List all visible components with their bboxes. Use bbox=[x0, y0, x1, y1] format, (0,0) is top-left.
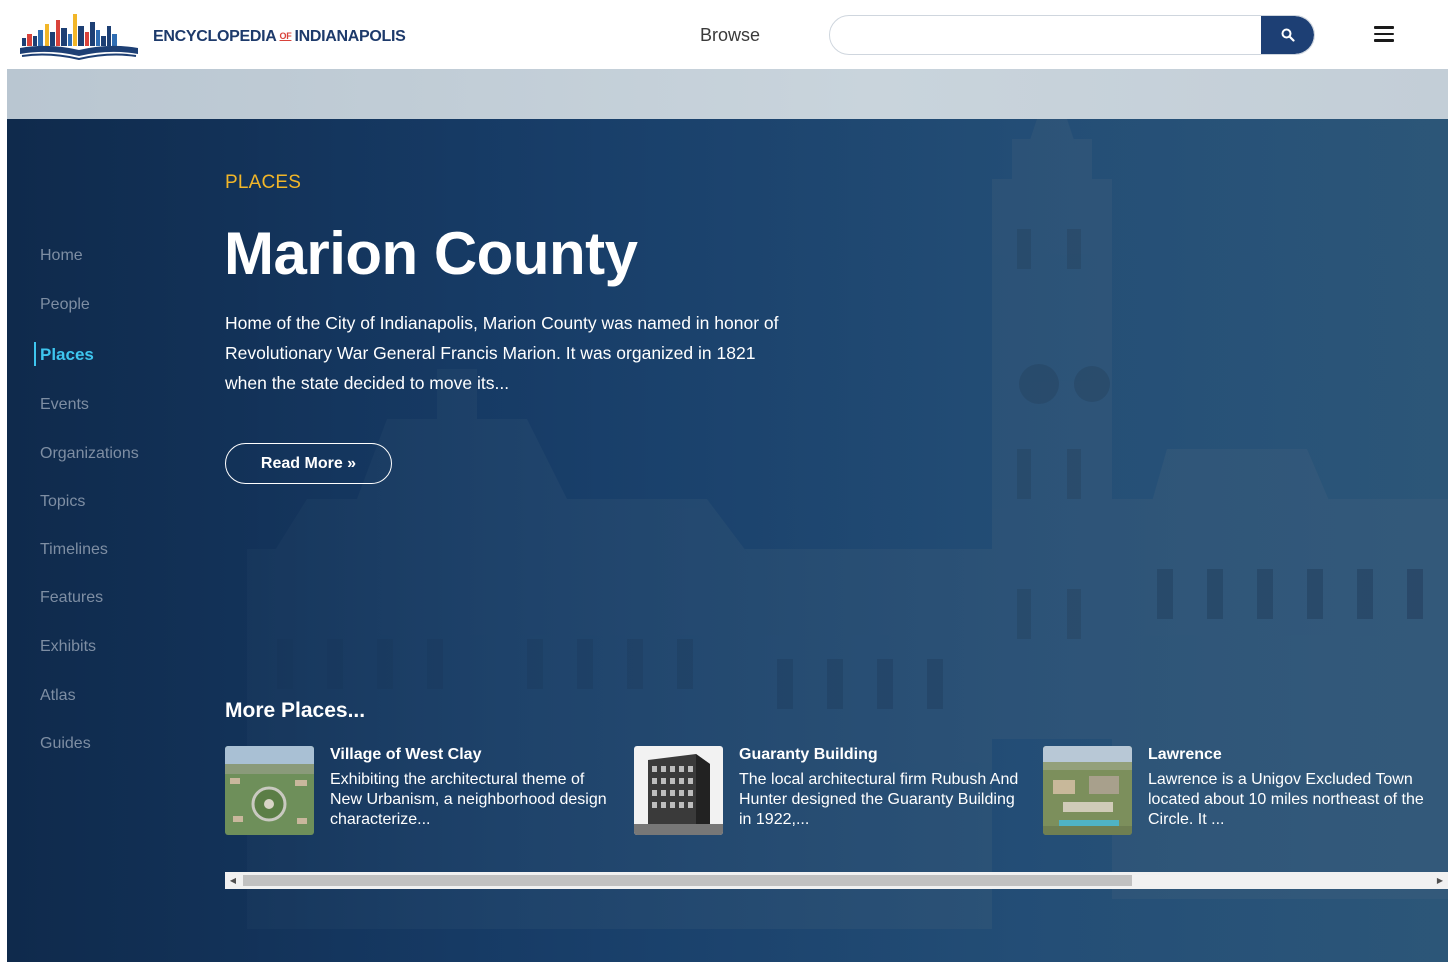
logo-text-of: OF bbox=[279, 31, 292, 41]
browse-link[interactable]: Browse bbox=[700, 25, 760, 46]
sidebar-item-home[interactable]: Home bbox=[40, 247, 83, 265]
search-icon bbox=[1281, 28, 1295, 42]
hamburger-menu-icon[interactable] bbox=[1374, 26, 1394, 44]
horizontal-scrollbar[interactable]: ◀ ▶ bbox=[225, 872, 1448, 889]
place-thumbnail-image[interactable] bbox=[634, 746, 723, 835]
place-thumbnail-image[interactable] bbox=[225, 746, 314, 835]
logo-text-left: ENCYCLOPEDIA bbox=[153, 28, 277, 45]
site-logo-text[interactable]: ENCYCLOPEDIA OF INDIANAPOLIS bbox=[153, 28, 406, 46]
logo-text-right: INDIANAPOLIS bbox=[294, 28, 406, 45]
category-label[interactable]: PLACES bbox=[225, 172, 301, 194]
place-card-description: The local architectural firm Rubush And … bbox=[739, 771, 1019, 828]
sidebar-item-places[interactable]: Places bbox=[34, 342, 94, 366]
sidebar-item-people[interactable]: People bbox=[40, 296, 90, 314]
sidebar-item-atlas[interactable]: Atlas bbox=[40, 687, 76, 705]
read-more-button[interactable]: Read More » bbox=[225, 443, 392, 484]
skyline-book-logo[interactable] bbox=[18, 10, 140, 62]
place-card-title[interactable]: Lawrence bbox=[1148, 746, 1222, 764]
place-card-title[interactable]: Guaranty Building bbox=[739, 746, 878, 764]
site-header: ENCYCLOPEDIA OF INDIANAPOLIS Browse bbox=[0, 0, 1448, 69]
sidebar-item-timelines[interactable]: Timelines bbox=[40, 541, 108, 559]
scroll-left-arrow-icon[interactable]: ◀ bbox=[225, 872, 241, 889]
search-bar bbox=[829, 15, 1315, 55]
sidebar-item-features[interactable]: Features bbox=[40, 589, 103, 607]
place-card-lawrence[interactable]: Lawrence Lawrence is a Unigov Excluded T… bbox=[1043, 746, 1443, 856]
scrollbar-thumb[interactable] bbox=[243, 875, 1132, 886]
sidebar-item-organizations[interactable]: Organizations bbox=[40, 445, 139, 463]
place-card-title[interactable]: Village of West Clay bbox=[330, 746, 481, 764]
hero-section: Home People Places Events Organizations … bbox=[7, 69, 1448, 962]
page-title: Marion County bbox=[224, 220, 638, 287]
place-thumbnail-image[interactable] bbox=[1043, 746, 1132, 835]
sidebar-item-events[interactable]: Events bbox=[40, 396, 89, 414]
more-places-heading: More Places... bbox=[225, 699, 366, 722]
search-button[interactable] bbox=[1261, 16, 1314, 54]
place-card-description: Exhibiting the architectural theme of Ne… bbox=[330, 771, 607, 828]
sidebar-item-topics[interactable]: Topics bbox=[40, 493, 85, 511]
place-card-village-of-west-clay[interactable]: Village of West Clay Exhibiting the arch… bbox=[225, 746, 625, 856]
place-card-description: Lawrence is a Unigov Excluded Town locat… bbox=[1148, 771, 1424, 828]
place-card-guaranty-building[interactable]: Guaranty Building The local architectura… bbox=[634, 746, 1034, 856]
search-input[interactable] bbox=[830, 16, 1262, 54]
hero-top-band bbox=[7, 69, 1448, 119]
sidebar-item-guides[interactable]: Guides bbox=[40, 735, 91, 753]
scroll-right-arrow-icon[interactable]: ▶ bbox=[1432, 872, 1448, 889]
sidebar-item-exhibits[interactable]: Exhibits bbox=[40, 638, 96, 656]
article-summary: Home of the City of Indianapolis, Marion… bbox=[225, 313, 779, 393]
